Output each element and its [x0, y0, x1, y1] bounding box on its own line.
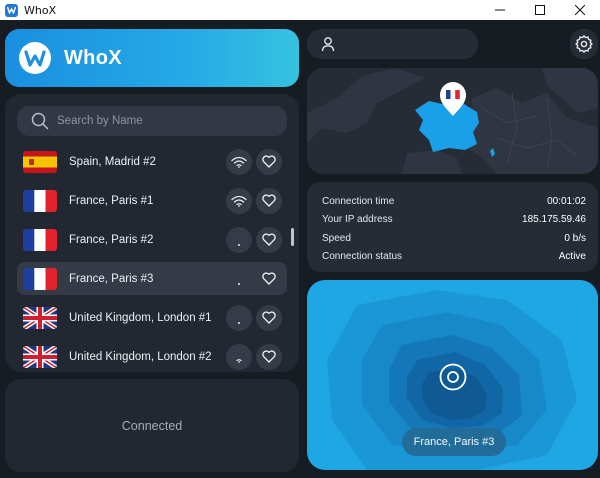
search-bar[interactable] — [17, 106, 287, 136]
heart-icon — [262, 272, 276, 285]
signal-button[interactable] — [226, 187, 252, 214]
info-row-speed: Speed 0 b/s — [322, 229, 586, 248]
info-row-ip-address: Your IP address 185.175.59.46 — [322, 211, 586, 230]
favorite-button[interactable] — [256, 226, 282, 253]
spain-flag-icon — [23, 150, 57, 173]
heart-icon — [262, 155, 276, 168]
signal-button[interactable] — [226, 226, 252, 253]
connection-info-panel: Connection time 00:01:02 Your IP address… — [307, 182, 598, 272]
minimize-icon — [495, 9, 505, 11]
server-list-panel: Spain, Madrid #2 France, Paris #1 — [5, 94, 299, 372]
user-icon — [321, 37, 335, 52]
server-list: Spain, Madrid #2 France, Paris #1 France… — [17, 145, 287, 370]
uk-flag-icon — [23, 306, 57, 329]
info-value: 185.175.59.46 — [522, 214, 586, 226]
info-row-connection-time: Connection time 00:01:02 — [322, 192, 586, 211]
server-list-scrollbar[interactable] — [291, 228, 294, 246]
connect-target-button[interactable] — [438, 362, 468, 392]
close-button[interactable] — [560, 0, 600, 20]
brand-name: WhoX — [64, 46, 122, 69]
info-row-connection-status: Connection status Active — [322, 248, 586, 267]
wifi-icon — [238, 321, 240, 324]
info-label: Connection time — [322, 195, 395, 207]
wifi-icon — [231, 195, 247, 207]
france-flag-icon — [23, 189, 57, 212]
europe-map — [307, 68, 598, 174]
france-flag-icon — [23, 267, 57, 290]
server-row[interactable]: Spain, Madrid #2 — [17, 145, 287, 178]
info-label: Connection status — [322, 251, 403, 263]
heart-icon — [262, 233, 276, 246]
server-name: United Kingdom, London #2 — [69, 350, 212, 363]
window-title: WhoX — [24, 3, 57, 17]
favorite-button[interactable] — [256, 304, 282, 331]
favorite-button[interactable] — [256, 343, 282, 370]
heart-icon — [262, 311, 276, 324]
location-map — [307, 68, 598, 174]
heart-icon — [262, 194, 276, 207]
server-name: United Kingdom, London #1 — [69, 311, 212, 324]
search-input[interactable] — [57, 115, 267, 127]
connection-status-text: Connected — [121, 418, 183, 433]
france-flag-icon — [23, 228, 57, 251]
info-label: Your IP address — [322, 214, 393, 226]
server-row[interactable]: France, Paris #2 — [17, 223, 287, 256]
current-location-name: France, Paris #3 — [413, 436, 495, 448]
settings-button[interactable] — [570, 29, 598, 59]
signal-button[interactable] — [226, 304, 252, 331]
wifi-icon — [231, 156, 247, 168]
server-row[interactable]: United Kingdom, London #1 — [17, 301, 287, 334]
current-location-pill[interactable]: France, Paris #3 — [402, 428, 506, 456]
favorite-button[interactable] — [256, 187, 282, 214]
heart-icon — [262, 350, 276, 363]
account-button[interactable] — [307, 29, 478, 59]
info-label: Speed — [322, 232, 351, 244]
title-bar: WhoX — [0, 0, 600, 20]
signal-button[interactable] — [226, 148, 252, 175]
wifi-icon — [238, 243, 240, 246]
close-icon — [575, 5, 585, 15]
server-row-selected[interactable]: France, Paris #3 — [17, 262, 287, 295]
connection-radar: France, Paris #3 — [307, 280, 598, 470]
info-value: 0 b/s — [564, 232, 586, 244]
wifi-icon — [236, 358, 242, 363]
favorite-button[interactable] — [256, 266, 282, 292]
signal-button[interactable] — [226, 343, 252, 370]
minimize-button[interactable] — [480, 0, 520, 20]
maximize-icon — [535, 5, 545, 15]
info-value: 00:01:02 — [547, 195, 586, 207]
signal-button[interactable] — [226, 266, 252, 292]
wifi-icon — [238, 282, 240, 285]
search-icon — [31, 112, 49, 130]
server-name: Spain, Madrid #2 — [69, 155, 156, 168]
uk-flag-icon — [23, 345, 57, 368]
app-logo-icon — [19, 42, 51, 74]
gear-icon — [575, 35, 593, 53]
server-name: France, Paris #3 — [69, 272, 154, 285]
brand-header: WhoX — [5, 29, 299, 87]
app-logo-icon — [5, 3, 18, 17]
favorite-button[interactable] — [256, 148, 282, 175]
server-row[interactable]: France, Paris #1 — [17, 184, 287, 217]
connection-status-card[interactable]: Connected — [5, 379, 299, 472]
maximize-button[interactable] — [520, 0, 560, 20]
target-icon — [439, 363, 467, 391]
server-row[interactable]: United Kingdom, London #2 — [17, 340, 287, 370]
server-name: France, Paris #1 — [69, 194, 154, 207]
info-value: Active — [558, 251, 586, 263]
server-name: France, Paris #2 — [69, 233, 154, 246]
